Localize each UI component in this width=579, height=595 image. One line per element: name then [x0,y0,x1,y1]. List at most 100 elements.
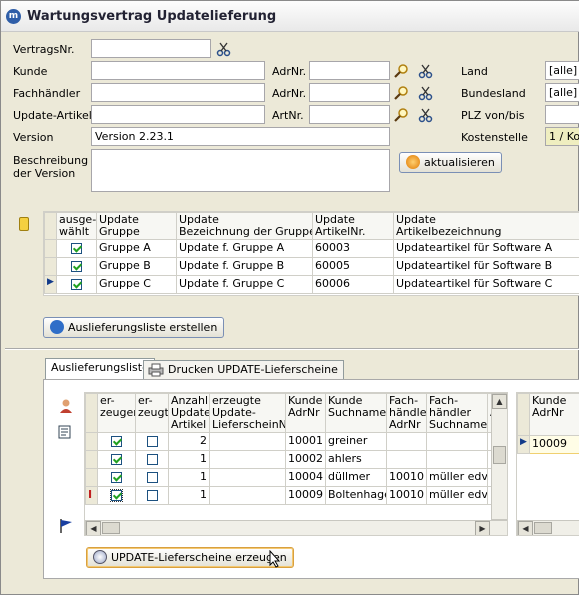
lieferscheinnr-cell[interactable] [209,486,286,505]
kunde-suchname-cell[interactable]: düllmer [325,468,387,487]
col-header-artikelnr[interactable]: Update ArtikelNr. [312,212,394,240]
scroll-thumb[interactable] [493,446,506,464]
kunde-adrnr-cell[interactable]: 10009 [285,486,326,505]
erzeugt-cell[interactable] [135,486,169,505]
land-select[interactable]: [alle] [545,61,579,80]
search-icon[interactable] [394,85,410,101]
checkbox[interactable] [146,471,158,483]
kunde-adrnr-cell[interactable]: 10002 [285,450,326,469]
fh-adrnr-cell[interactable]: 10010 [386,468,427,487]
row-marker[interactable] [44,257,57,276]
checkbox[interactable] [71,278,82,290]
scroll-right-icon[interactable]: ▶ [475,521,490,535]
col-header-fh-adrnr[interactable]: Fach-händlerAdrNr [386,393,427,433]
table-row[interactable]: I 1 10009 Boltenhager 10010 müller edv [85,486,507,505]
artikelnr-cell[interactable]: 60005 [312,257,394,276]
checkbox[interactable] [111,471,122,483]
current-row-marker-icon[interactable]: ▶ [44,275,57,294]
col-header-kunde-adrnr[interactable]: Kunde AdrNr [285,393,326,433]
version-input[interactable]: Version 2.23.1 [91,127,390,146]
scissors-icon[interactable] [418,63,434,79]
table-row[interactable]: 2 10001 greiner [85,432,507,451]
ausgewaehlt-cell[interactable] [56,239,97,258]
checkbox[interactable] [111,435,122,447]
tab-auslieferungsliste[interactable]: Auslieferungsliste [45,358,155,380]
scroll-up-icon[interactable]: ▲ [492,394,507,409]
col-header-erzeugen[interactable]: er-zeugen [97,393,136,433]
scroll-left-icon[interactable]: ◀ [518,521,533,535]
search-icon[interactable] [394,107,410,123]
flag-icon[interactable] [58,518,74,534]
fachhaendler-adrnr-input[interactable] [309,83,390,102]
fachhaendler-input[interactable] [91,83,265,102]
col-header-anzahl[interactable]: Anzahl Update Artikel [168,393,210,433]
kostenstelle-select[interactable]: 1 / Kos [545,127,579,146]
erzeugt-cell[interactable] [135,468,169,487]
col-header-artikelbezeichnung[interactable]: Update Artikelbezeichnung [393,212,579,240]
scissors-icon[interactable] [418,85,434,101]
artikelnr-cell[interactable]: 60006 [312,275,394,294]
kunde-suchname-cell[interactable]: ahlers [325,450,387,469]
table-row[interactable]: ▶ Gruppe C Update f. Gruppe C 60006 Upda… [44,275,579,294]
gruppe-cell[interactable]: Gruppe C [96,275,177,294]
kunde-input[interactable] [91,61,265,80]
anzahl-cell[interactable]: 1 [168,486,210,505]
col-header-fh-suchname[interactable]: Fach-händler Suchname [426,393,488,433]
fh-adrnr-cell[interactable] [386,432,427,451]
beschreibung-textarea[interactable] [91,149,390,192]
lieferscheinnr-cell[interactable] [209,432,286,451]
lieferscheinnr-cell[interactable] [209,450,286,469]
checkbox[interactable] [146,435,158,447]
artikelbez-cell[interactable]: Updateartikel für Software C [393,275,579,294]
checkbox[interactable] [110,488,123,502]
aktualisieren-button[interactable]: aktualisieren [399,152,502,173]
checkbox[interactable] [71,242,82,254]
scissors-icon[interactable] [216,41,232,57]
search-icon[interactable] [394,63,410,79]
bezeichnung-cell[interactable]: Update f. Gruppe A [176,239,313,258]
col-header-gruppe[interactable]: Update Gruppe [96,212,177,240]
bezeichnung-cell[interactable]: Update f. Gruppe C [176,275,313,294]
vertragsnr-input[interactable] [91,39,211,58]
scroll-thumb[interactable] [534,522,552,534]
erzeugt-cell[interactable] [135,432,169,451]
scroll-thumb[interactable] [102,522,120,534]
table-row[interactable]: 1 10002 ahlers [85,450,507,469]
fh-suchname-cell[interactable]: müller edv [426,486,488,505]
col-header-bezeichnung[interactable]: Update Bezeichnung der Gruppe [176,212,313,240]
col-header-lieferscheinnr[interactable]: erzeugteUpdate-LieferscheinNr. [209,393,286,433]
erzeugen-cell[interactable] [97,450,136,469]
fh-suchname-cell[interactable]: müller edv [426,468,488,487]
anzahl-cell[interactable]: 1 [168,450,210,469]
scroll-left-icon[interactable]: ◀ [86,521,101,535]
erzeugen-cell[interactable] [97,486,136,505]
fh-adrnr-cell[interactable] [386,450,427,469]
gruppe-cell[interactable]: Gruppe B [96,257,177,276]
fh-suchname-cell[interactable] [426,450,488,469]
horizontal-scrollbar-right[interactable]: ◀ [517,520,579,535]
ausgewaehlt-cell[interactable] [56,257,97,276]
artnr-input[interactable] [309,105,390,124]
gruppe-cell[interactable]: Gruppe A [96,239,177,258]
auslieferungsliste-button[interactable]: Auslieferungsliste erstellen [43,317,225,338]
update-artikel-input[interactable] [91,105,265,124]
anzahl-cell[interactable]: 1 [168,468,210,487]
fh-suchname-cell[interactable] [426,432,488,451]
anzahl-cell[interactable]: 2 [168,432,210,451]
current-row-marker-icon[interactable]: ▶ [517,435,530,454]
lieferscheinnr-cell[interactable] [209,468,286,487]
kunde-suchname-cell[interactable]: Boltenhager [325,486,387,505]
col-header-ausgewaehlt[interactable]: ausge-wählt [56,212,97,240]
erzeugen-cell[interactable] [97,468,136,487]
right-kunde-adrnr-cell[interactable]: 10009 [529,435,579,454]
kunde-adrnr-cell[interactable]: 10001 [285,432,326,451]
kunde-adrnr-input[interactable] [309,61,390,80]
col-header-erzeugt[interactable]: er-zeugt [135,393,169,433]
edit-list-icon[interactable] [58,424,74,440]
kunde-adrnr-cell[interactable]: 10004 [285,468,326,487]
ausgewaehlt-cell[interactable] [56,275,97,294]
table-row[interactable]: Gruppe B Update f. Gruppe B 60005 Update… [44,257,579,276]
scissors-icon[interactable] [418,107,434,123]
vertical-scrollbar[interactable]: ▲ [491,393,507,520]
col-header-right-kunde-adrnr[interactable]: Kunde AdrNr [529,393,579,436]
